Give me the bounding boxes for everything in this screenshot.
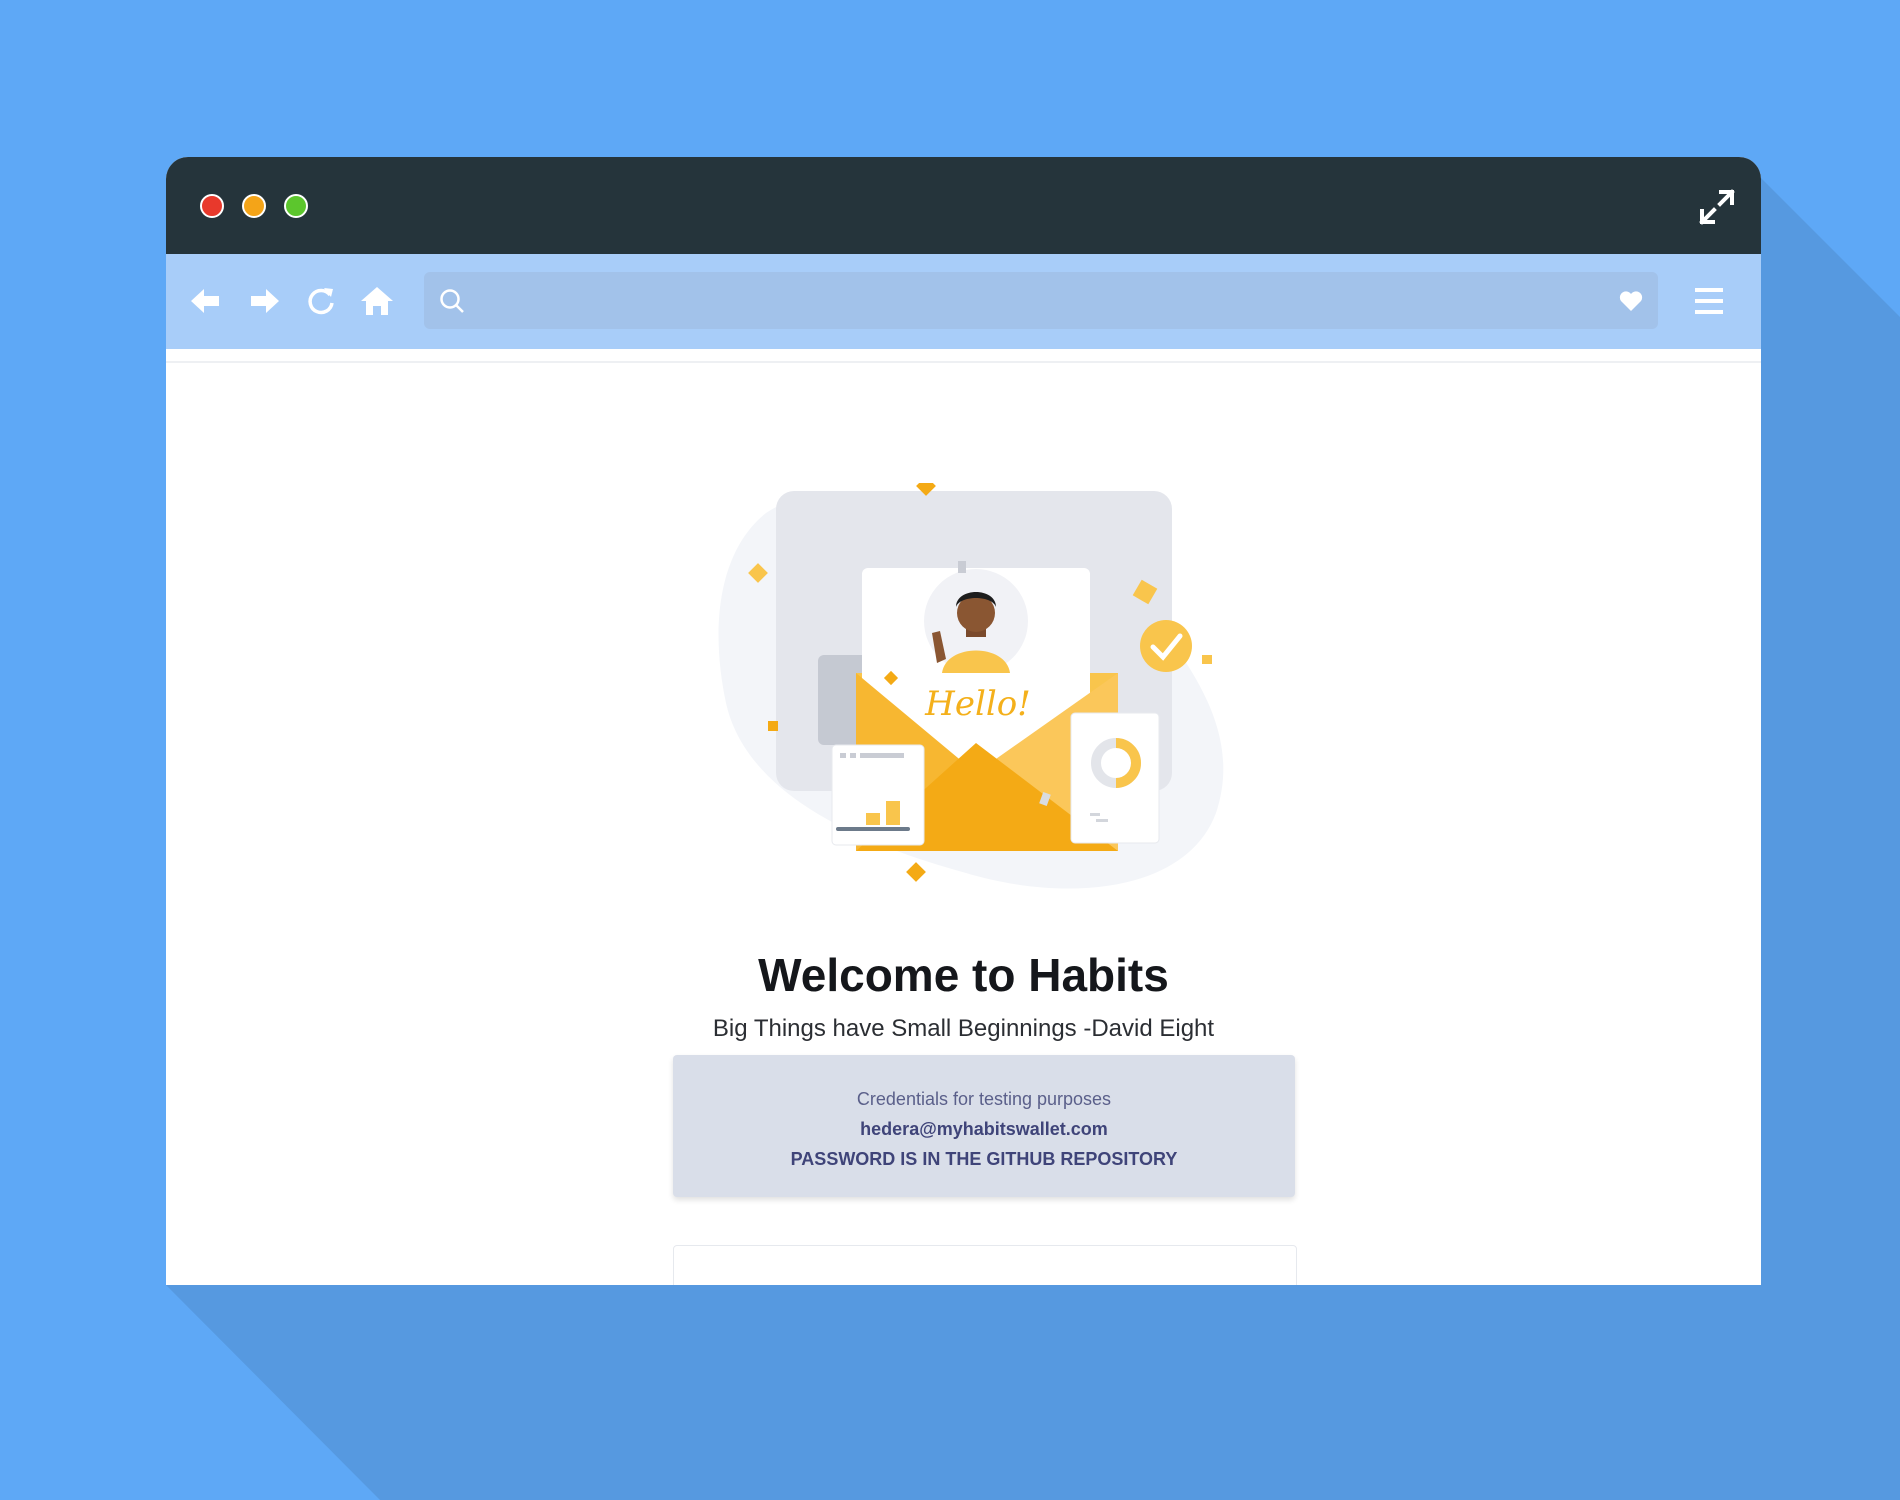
address-input[interactable] bbox=[474, 272, 1598, 331]
page-title: Welcome to Habits bbox=[758, 949, 1169, 1001]
arrow-left-icon[interactable] bbox=[188, 284, 222, 318]
home-icon[interactable] bbox=[360, 284, 394, 318]
heart-icon[interactable] bbox=[1618, 288, 1644, 314]
page-content: Hello! Welcome to Habits Big Things have… bbox=[166, 363, 1761, 1285]
credentials-email: hedera@myhabitswallet.com bbox=[860, 1119, 1108, 1139]
arrow-right-icon[interactable] bbox=[248, 284, 282, 318]
search-icon bbox=[440, 289, 464, 313]
browser-window: Hello! Welcome to Habits Big Things have… bbox=[166, 157, 1761, 1285]
credentials-heading: Credentials for testing purposes bbox=[856, 1089, 1112, 1109]
welcome-illustration: Hello! bbox=[718, 483, 1224, 889]
maximize-window-button[interactable] bbox=[284, 194, 308, 218]
title-bar bbox=[166, 157, 1761, 254]
minimize-window-button[interactable] bbox=[242, 194, 266, 218]
page-subtitle: Big Things have Small Beginnings -David … bbox=[712, 1015, 1215, 1042]
close-window-button[interactable] bbox=[200, 194, 224, 218]
credentials-box: Credentials for testing purposes hedera@… bbox=[673, 1055, 1295, 1197]
address-bar[interactable] bbox=[424, 272, 1658, 331]
hello-text: Hello! bbox=[924, 684, 1031, 724]
reload-icon[interactable] bbox=[304, 284, 338, 318]
credentials-password-note: PASSWORD IS IN THE GITHUB REPOSITORY bbox=[790, 1149, 1178, 1169]
hamburger-menu-icon[interactable] bbox=[1692, 284, 1726, 318]
browser-toolbar bbox=[166, 254, 1761, 349]
expand-icon[interactable] bbox=[1699, 189, 1735, 225]
login-form-card bbox=[673, 1245, 1297, 1285]
